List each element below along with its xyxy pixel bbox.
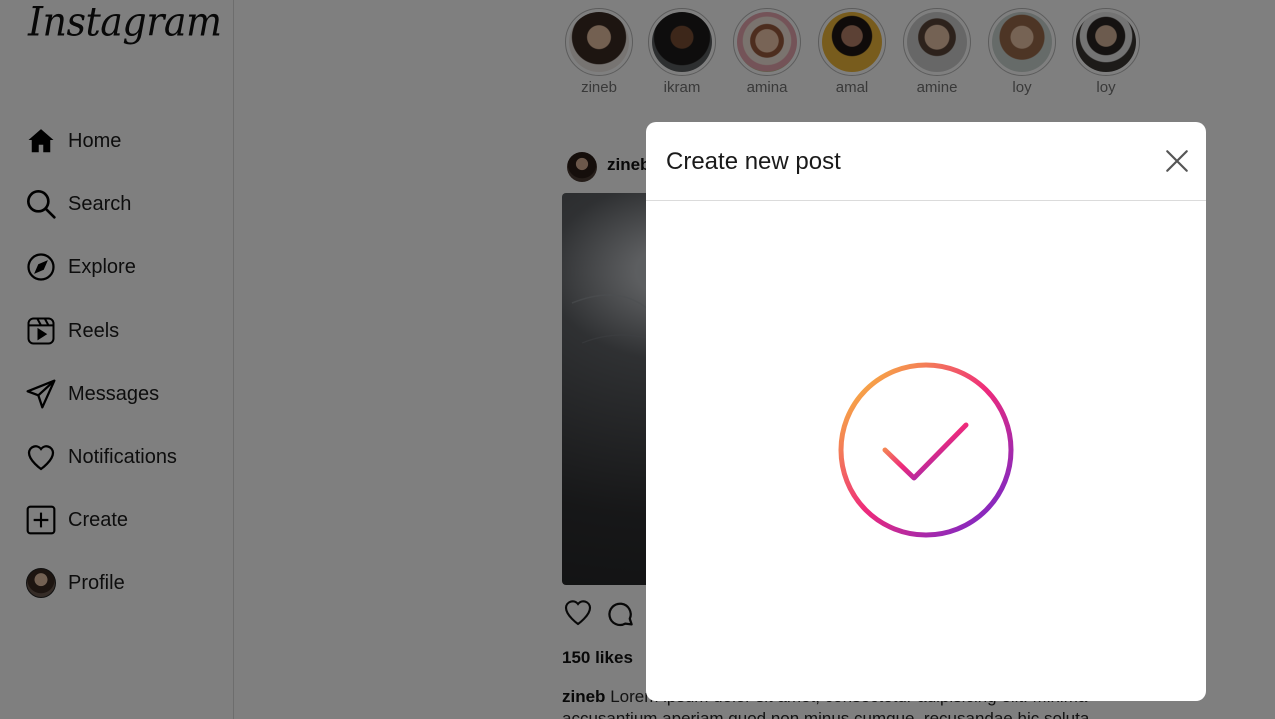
create-post-modal: Create new post — [646, 122, 1206, 701]
close-icon — [1164, 150, 1190, 178]
success-check-icon — [835, 360, 1017, 545]
modal-header: Create new post — [646, 122, 1206, 201]
close-button[interactable] — [1164, 148, 1190, 174]
modal-title: Create new post — [666, 148, 841, 175]
